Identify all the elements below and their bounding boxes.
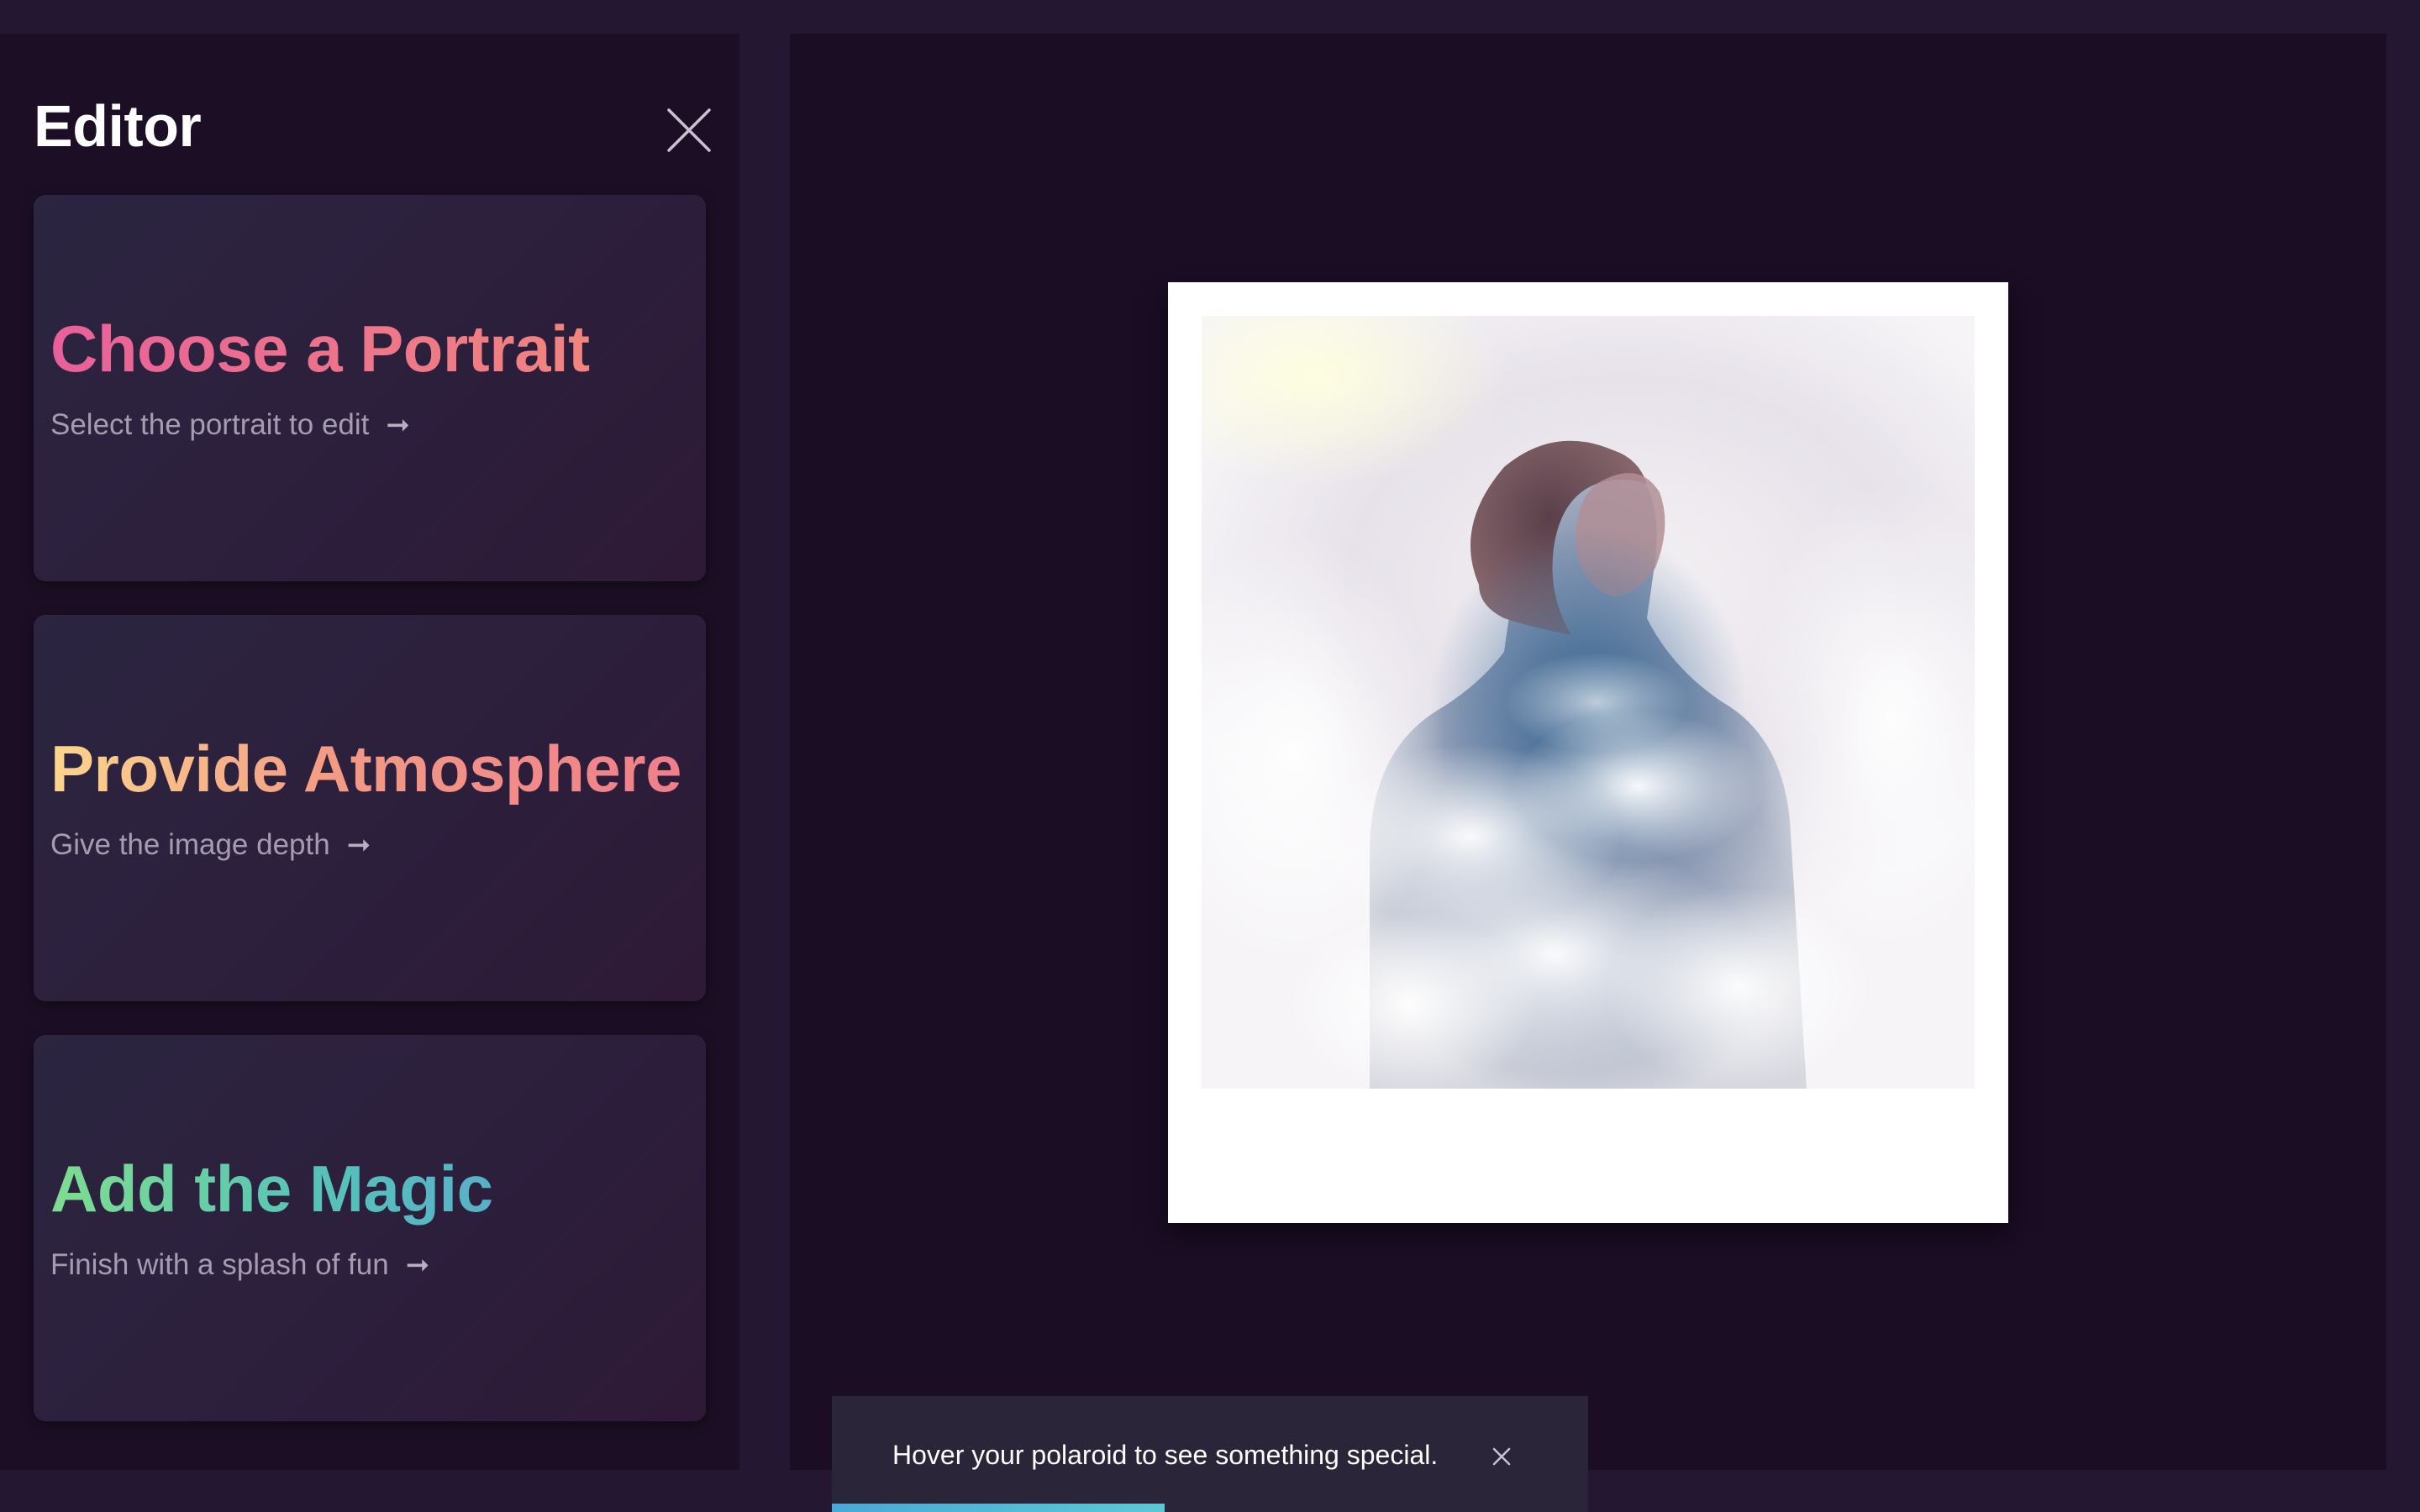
toast-message: Hover your polaroid to see something spe… bbox=[892, 1440, 1439, 1470]
toast-progress-bar bbox=[832, 1504, 1165, 1512]
step-card-provide-atmosphere[interactable]: Provide Atmosphere Give the image depth … bbox=[34, 615, 706, 1001]
close-sidebar-button[interactable] bbox=[664, 105, 714, 155]
editor-canvas bbox=[790, 34, 2386, 1470]
sidebar-title: Editor bbox=[34, 93, 202, 159]
portrait-image bbox=[1202, 440, 1975, 1089]
step-card-add-magic[interactable]: Add the Magic Finish with a splash of fu… bbox=[34, 1035, 706, 1421]
arrow-right-icon: ➞ bbox=[346, 829, 371, 861]
portrait-photo bbox=[1202, 316, 1975, 1089]
step-card-subtitle-text: Finish with a splash of fun bbox=[50, 1248, 389, 1281]
step-card-subtitle-text: Give the image depth bbox=[50, 828, 330, 861]
step-card-title: Choose a Portrait bbox=[50, 312, 590, 386]
arrow-right-icon: ➞ bbox=[405, 1249, 430, 1281]
step-card-title: Provide Atmosphere bbox=[50, 732, 681, 806]
toast-progress-track bbox=[832, 1504, 1588, 1512]
close-icon bbox=[667, 108, 711, 152]
step-card-subtitle: Finish with a splash of fun ➞ bbox=[50, 1248, 429, 1282]
step-card-choose-portrait[interactable]: Choose a Portrait Select the portrait to… bbox=[34, 195, 706, 581]
step-card-subtitle-text: Select the portrait to edit bbox=[50, 408, 370, 441]
step-card-subtitle: Select the portrait to edit ➞ bbox=[50, 408, 410, 442]
app-window: Editor Choose a Portrait Select the port… bbox=[0, 0, 2420, 1512]
hint-toast: Hover your polaroid to see something spe… bbox=[832, 1396, 1588, 1512]
step-card-title: Add the Magic bbox=[50, 1152, 493, 1226]
close-icon bbox=[1492, 1447, 1511, 1466]
toast-close-button[interactable] bbox=[1487, 1442, 1516, 1471]
step-card-subtitle: Give the image depth ➞ bbox=[50, 828, 371, 862]
polaroid-frame[interactable] bbox=[1168, 282, 2008, 1223]
arrow-right-icon: ➞ bbox=[386, 409, 410, 441]
editor-sidebar: Editor Choose a Portrait Select the port… bbox=[0, 34, 739, 1470]
